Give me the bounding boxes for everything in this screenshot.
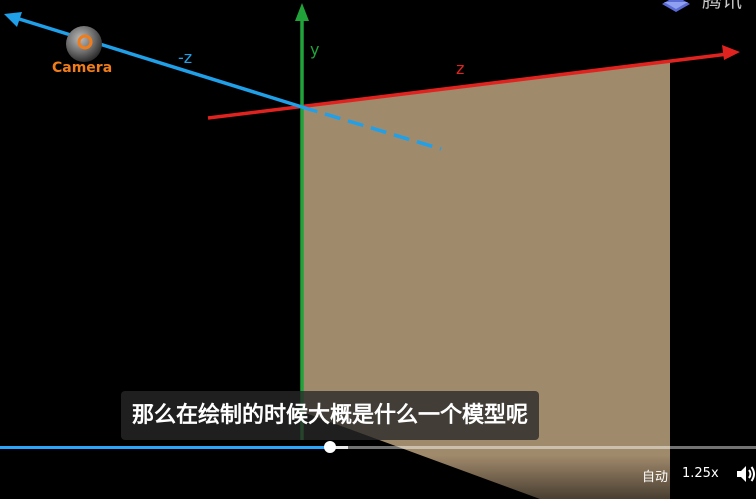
progress-played [0,446,331,449]
z-axis-arrow-icon [722,45,740,60]
z-axis-label: z [456,59,464,78]
watermark-logo: 腾讯 [660,0,756,16]
neg-z-axis-arrow-icon [4,12,22,27]
y-axis-label: y [310,40,319,59]
subtitle-caption: 那么在绘制的时候大概是什么一个模型呢 [121,391,540,440]
watermark-text: 腾讯 [702,0,742,12]
volume-icon[interactable] [735,464,756,484]
camera-label: Camera [52,60,112,76]
progress-bar[interactable] [0,446,756,449]
tencent-logo-icon [662,0,690,12]
y-axis-arrow-icon [295,3,309,21]
quality-auto-button[interactable]: 自动 [642,466,668,485]
playback-speed-button[interactable]: 1.25x [682,466,719,481]
camera-icon [66,26,102,62]
neg-z-axis-label: -z [178,48,192,67]
